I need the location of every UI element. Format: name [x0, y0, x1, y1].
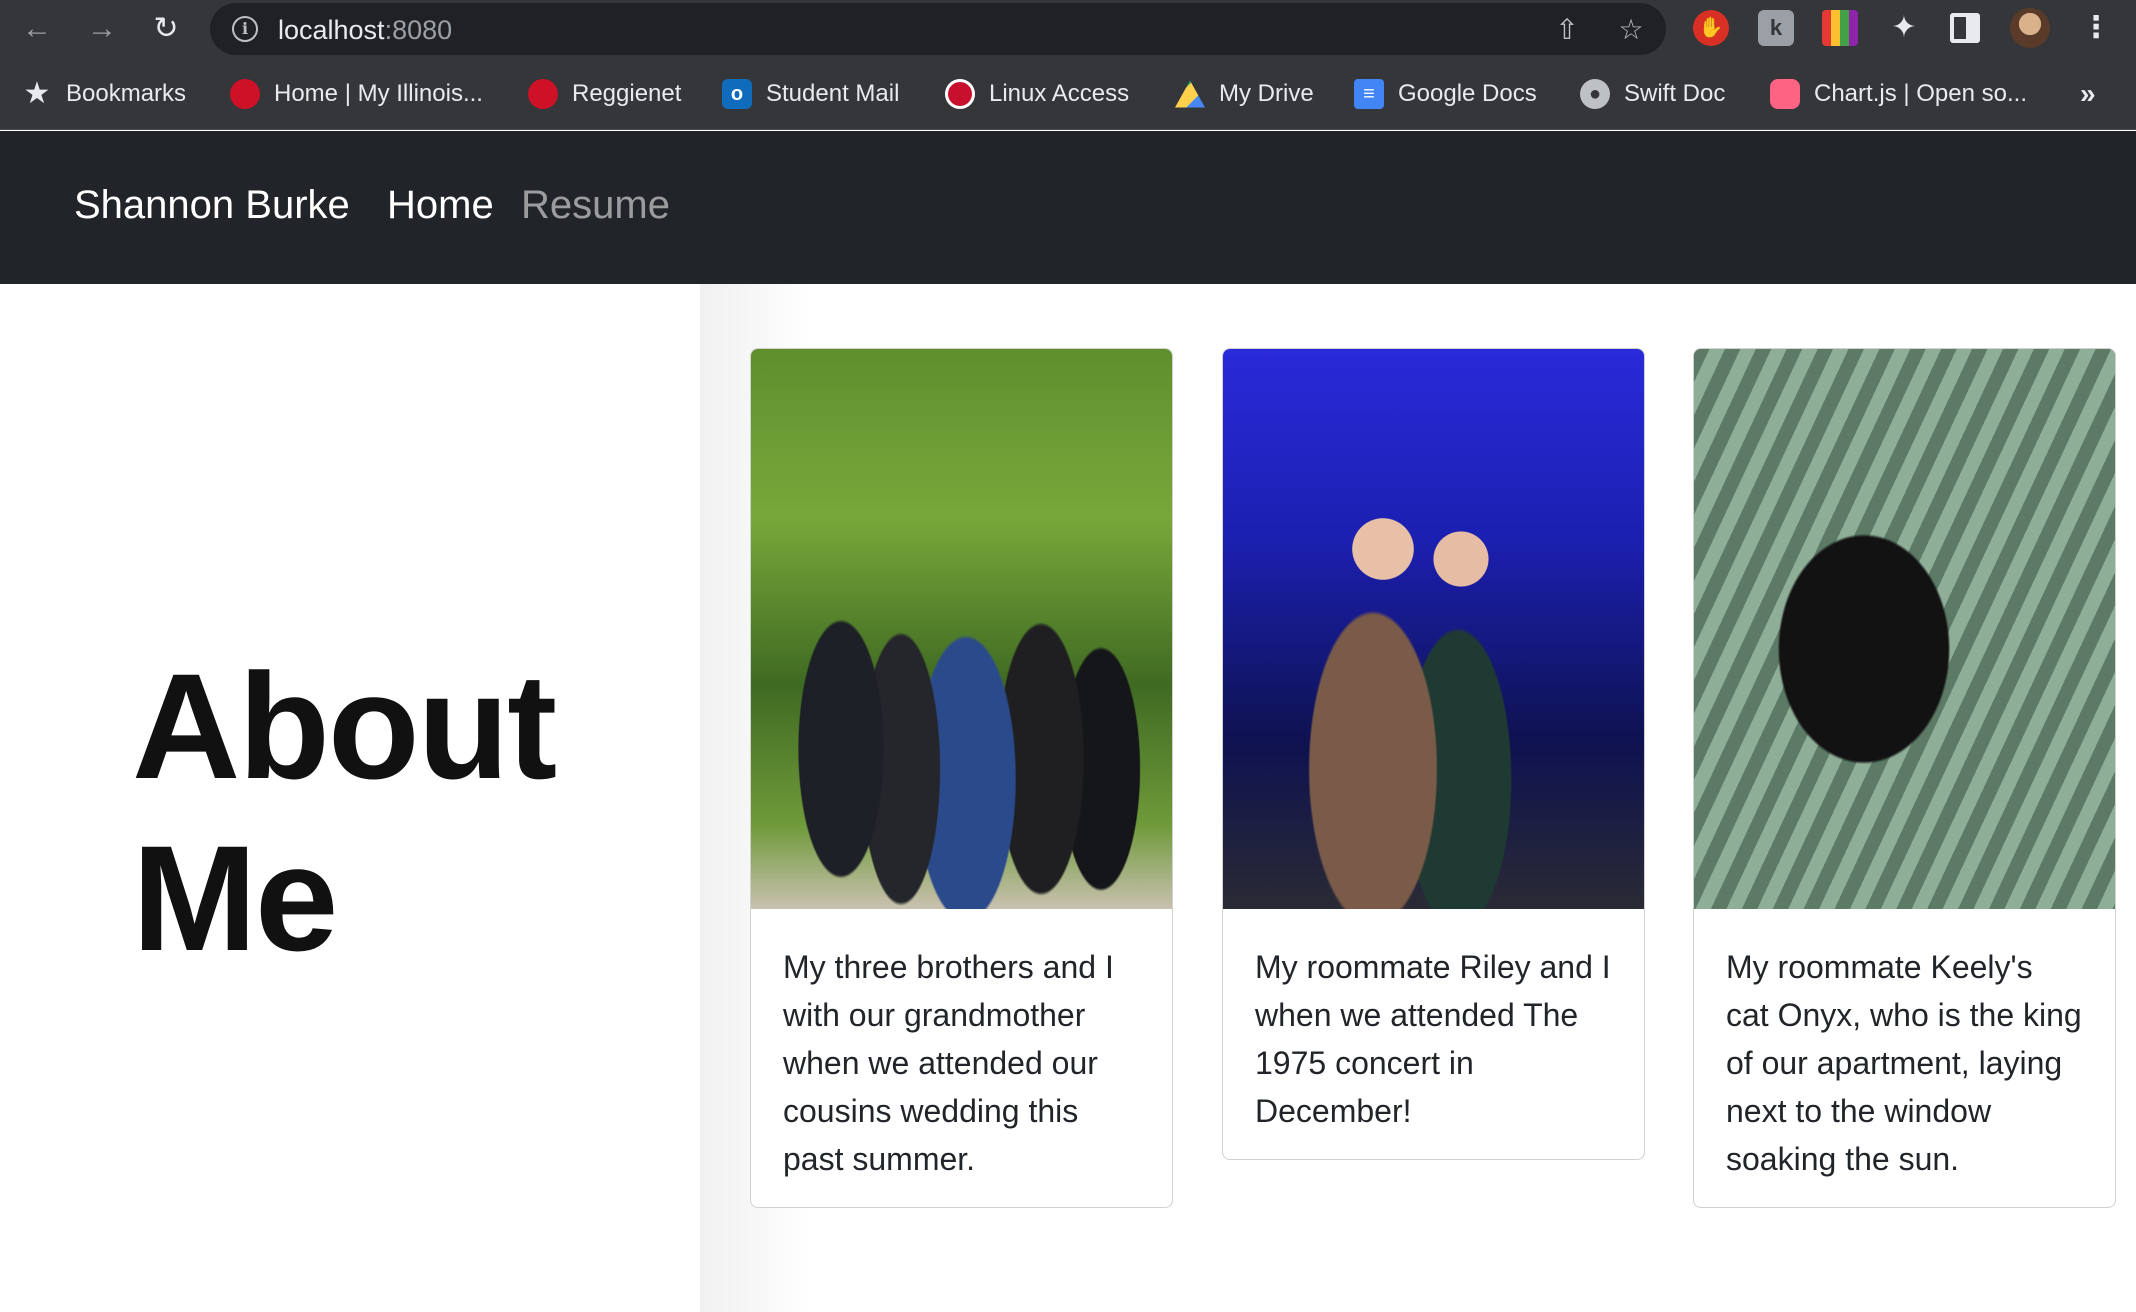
redbird-icon: [528, 79, 558, 109]
url-port: :8080: [384, 15, 453, 45]
site-info-icon[interactable]: i: [232, 16, 258, 42]
more-bookmarks-chevron-icon[interactable]: »: [2080, 78, 2096, 110]
bookmark-label: Linux Access: [989, 80, 1130, 107]
card-caption: My roommate Keely's cat Onyx, who is the…: [1726, 949, 2082, 1177]
heading-line-2: Me: [132, 814, 338, 982]
url-text[interactable]: localhost:8080: [278, 15, 452, 46]
bookmark-label: Chart.js | Open so...: [1814, 80, 2027, 107]
nav-link-resume[interactable]: Resume: [521, 183, 670, 228]
bookmark-label: Google Docs: [1398, 80, 1537, 107]
google-drive-icon: [1175, 80, 1205, 108]
bookmark-item[interactable]: Chart.js | Open so...: [1770, 74, 2027, 114]
bookmark-star-icon[interactable]: ☆: [1614, 13, 1648, 47]
google-docs-icon: ≡: [1354, 79, 1384, 109]
address-bar[interactable]: i localhost:8080 ⇧ ☆: [210, 3, 1666, 55]
outlook-icon: o: [722, 79, 752, 109]
adblock-extension-icon[interactable]: ✋: [1693, 10, 1729, 46]
bookmark-item[interactable]: Home | My Illinois...: [230, 74, 483, 114]
bookmark-item[interactable]: My Drive: [1175, 74, 1314, 114]
browser-toolbar: ← → ↻ i localhost:8080 ⇧ ☆ ✋ k ✦ ⋮: [0, 0, 2136, 58]
university-seal-icon: [945, 79, 975, 109]
family-wedding-photo: [751, 349, 1172, 909]
bookmark-label: Home | My Illinois...: [274, 80, 483, 107]
cat-photo: [1694, 349, 2115, 909]
card-caption: My three brothers and I with our grandmo…: [783, 949, 1114, 1177]
forward-arrow-icon[interactable]: →: [83, 10, 121, 48]
bookmark-item[interactable]: o Student Mail: [722, 74, 899, 114]
bookmark-label: Reggienet: [572, 80, 682, 107]
heading-line-1: About: [132, 642, 557, 810]
bookmark-label: Swift Doc: [1624, 80, 1726, 107]
bookmark-label: Bookmarks: [66, 80, 187, 107]
card-caption: My roommate Riley and I when we attended…: [1255, 949, 1611, 1129]
reload-icon[interactable]: ↻: [147, 10, 185, 48]
extensions-puzzle-icon[interactable]: ✦: [1886, 10, 1922, 46]
bookmarks-bar: ★ Bookmarks Home | My Illinois... Reggie…: [0, 58, 2136, 130]
extension-icon[interactable]: k: [1758, 10, 1794, 46]
page-heading: About Me: [132, 640, 557, 984]
photo-card-cat: My roommate Keely's cat Onyx, who is the…: [1693, 348, 2116, 1208]
redbird-icon: [230, 79, 260, 109]
profile-avatar[interactable]: [2010, 8, 2050, 48]
chartjs-icon: [1770, 79, 1800, 109]
bookmark-item[interactable]: Reggienet: [528, 74, 681, 114]
bookmark-label: Student Mail: [766, 80, 900, 107]
color-palette-extension-icon[interactable]: [1822, 10, 1858, 46]
share-icon[interactable]: ⇧: [1550, 13, 1584, 47]
kebab-menu-icon[interactable]: ⋮: [2078, 10, 2114, 46]
globe-icon: ●: [1580, 79, 1610, 109]
bookmark-label: My Drive: [1219, 80, 1314, 107]
bookmark-item[interactable]: ≡ Google Docs: [1354, 74, 1537, 114]
photo-card-concert: My roommate Riley and I when we attended…: [1222, 348, 1645, 1160]
url-host: localhost: [278, 15, 385, 45]
navbar-brand[interactable]: Shannon Burke: [74, 183, 350, 228]
bookmark-item[interactable]: ★ Bookmarks: [22, 74, 187, 114]
side-panel-icon[interactable]: [1950, 13, 1980, 43]
site-navbar: Shannon Burke Home Resume: [0, 131, 2136, 284]
bookmark-item[interactable]: Linux Access: [945, 74, 1129, 114]
star-icon: ★: [23, 77, 51, 110]
nav-link-home[interactable]: Home: [387, 183, 494, 228]
photo-card-family: My three brothers and I with our grandmo…: [750, 348, 1173, 1208]
bookmark-item[interactable]: ● Swift Doc: [1580, 74, 1725, 114]
concert-photo: [1223, 349, 1644, 909]
back-arrow-icon[interactable]: ←: [18, 10, 56, 48]
